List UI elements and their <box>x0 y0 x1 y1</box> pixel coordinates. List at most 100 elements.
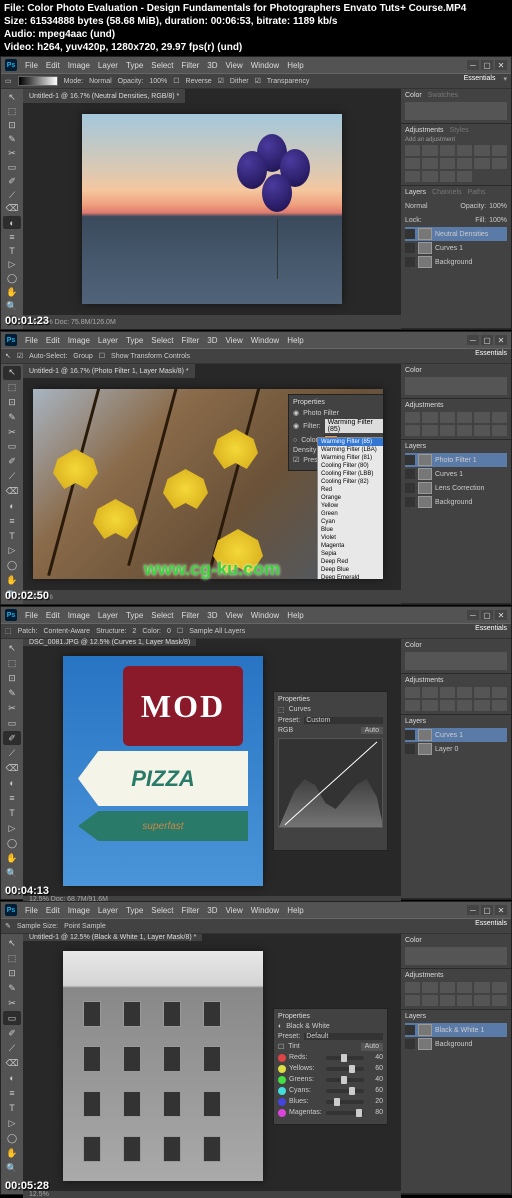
document-tab[interactable]: DSC_0081.JPG @ 12.5% (Curves 1, Layer Ma… <box>23 639 196 646</box>
gradient-tool[interactable]: ◐ <box>3 499 21 513</box>
auto-button[interactable]: Auto <box>361 1043 383 1051</box>
adjustment-icon[interactable] <box>405 425 420 436</box>
eyedropper-tool[interactable]: ▭ <box>3 440 21 454</box>
zoom-tool[interactable]: 🔍 <box>3 1161 21 1175</box>
adjustments-panel-tab[interactable]: Adjustments <box>405 127 444 134</box>
eraser-tool[interactable]: ⌫ <box>3 485 21 499</box>
slider-value[interactable]: 60 <box>367 1087 383 1094</box>
minimize-icon[interactable]: ─ <box>467 905 479 915</box>
close-icon[interactable]: ✕ <box>495 335 507 345</box>
adjustment-icon[interactable] <box>440 412 455 423</box>
wand-tool[interactable]: ✎ <box>3 133 21 146</box>
marquee-tool[interactable]: ⬚ <box>3 951 21 965</box>
auto-button[interactable]: Auto <box>361 727 383 734</box>
adjustment-icon[interactable] <box>457 700 472 711</box>
eyedropper-tool[interactable]: ▭ <box>3 716 21 730</box>
menu-type[interactable]: Type <box>126 61 143 70</box>
adjustment-icon[interactable] <box>457 995 472 1006</box>
adjustment-icon[interactable] <box>405 995 420 1006</box>
slider-thumb[interactable] <box>349 1087 355 1095</box>
menu-window[interactable]: Window <box>251 336 279 345</box>
adjustment-icon[interactable] <box>474 687 489 698</box>
brush-tool[interactable]: ✐ <box>3 1026 21 1040</box>
slider-track[interactable] <box>326 1111 364 1115</box>
menu-layer[interactable]: Layer <box>98 61 118 70</box>
shape-tool[interactable]: ◯ <box>3 272 21 285</box>
adjustment-icon[interactable] <box>440 158 455 169</box>
slider-value[interactable]: 80 <box>367 1109 383 1116</box>
layer-row[interactable]: Neutral Densities <box>405 227 507 241</box>
channels-panel-tab[interactable]: Channels <box>432 189 462 196</box>
document-image[interactable]: MOD PIZZA superfast <box>63 656 263 886</box>
adjustment-icon[interactable] <box>474 995 489 1006</box>
close-icon[interactable]: ✕ <box>495 60 507 70</box>
path-tool[interactable]: ▷ <box>3 258 21 271</box>
eraser-tool[interactable]: ⌫ <box>3 203 21 216</box>
preserve-check[interactable]: ☑ <box>293 456 299 464</box>
path-tool[interactable]: ▷ <box>3 544 21 558</box>
menu-filter[interactable]: Filter <box>182 336 200 345</box>
menu-3d[interactable]: 3D <box>207 611 217 620</box>
reverse-check[interactable]: ☐ <box>173 77 179 85</box>
menu-edit[interactable]: Edit <box>46 336 60 345</box>
menu-edit[interactable]: Edit <box>46 906 60 915</box>
dropdown-item[interactable]: Magenta <box>318 542 383 550</box>
wand-tool[interactable]: ✎ <box>3 410 21 424</box>
dropdown-item[interactable]: Cooling Filter (82) <box>318 478 383 486</box>
blend-mode[interactable]: Normal <box>405 203 428 210</box>
menu-select[interactable]: Select <box>151 61 173 70</box>
hand-tool[interactable]: ✋ <box>3 573 21 587</box>
mode-value[interactable]: Normal <box>89 78 112 85</box>
adjustment-icon[interactable] <box>440 171 455 182</box>
layer-row[interactable]: Curves 1 <box>405 467 507 481</box>
close-icon[interactable]: ✕ <box>495 610 507 620</box>
adjustment-icon[interactable] <box>405 158 420 169</box>
type-tool[interactable]: T <box>3 244 21 257</box>
menu-view[interactable]: View <box>226 61 243 70</box>
crop-tool[interactable]: ✂ <box>3 996 21 1010</box>
visibility-icon[interactable] <box>405 497 415 507</box>
dropdown-item[interactable]: Violet <box>318 534 383 542</box>
slider-thumb[interactable] <box>341 1054 347 1062</box>
slider-thumb[interactable] <box>334 1098 340 1106</box>
slider-thumb[interactable] <box>349 1065 355 1073</box>
gradient-tool[interactable]: ≡ <box>3 791 21 805</box>
opacity-value[interactable]: 100% <box>149 78 167 85</box>
opacity-input[interactable]: 100% <box>489 203 507 210</box>
show-tc-check[interactable]: ☐ <box>99 352 105 360</box>
stamp-tool[interactable]: ⟋ <box>3 1041 21 1055</box>
tint-check[interactable]: ☐ <box>278 1043 284 1051</box>
visibility-icon[interactable] <box>405 229 415 239</box>
menu-edit[interactable]: Edit <box>46 611 60 620</box>
lasso-tool[interactable]: ⊡ <box>3 966 21 980</box>
adjustment-icon[interactable] <box>457 687 472 698</box>
lasso-tool[interactable]: ⊡ <box>3 396 21 410</box>
hand-tool[interactable]: ✋ <box>3 1146 21 1160</box>
transparency-check[interactable]: ☑ <box>255 77 261 85</box>
menu-help[interactable]: Help <box>287 336 303 345</box>
layer-row[interactable]: Background <box>405 495 507 509</box>
structure-input[interactable]: 2 <box>132 628 136 635</box>
visibility-icon[interactable] <box>405 455 415 465</box>
type-tool[interactable]: T <box>3 529 21 543</box>
document-tab[interactable]: Untitled-1 @ 12.5% (Black & White 1, Lay… <box>23 934 202 941</box>
minimize-icon[interactable]: ─ <box>467 610 479 620</box>
dropdown-item[interactable]: Warming Filter (LBA) <box>318 446 383 454</box>
adjustment-icon[interactable] <box>492 700 507 711</box>
slider-thumb[interactable] <box>356 1109 362 1117</box>
menu-view[interactable]: View <box>226 336 243 345</box>
workspace-essentials[interactable]: Essentials <box>464 75 496 83</box>
dropdown-item[interactable]: Warming Filter (85) <box>318 438 383 446</box>
adjustment-icon[interactable] <box>457 158 472 169</box>
maximize-icon[interactable]: ▢ <box>481 60 493 70</box>
adjustment-icon[interactable] <box>474 412 489 423</box>
adjustment-icon[interactable] <box>492 425 507 436</box>
swatches-panel-tab[interactable]: Swatches <box>428 92 458 99</box>
visibility-icon[interactable] <box>405 257 415 267</box>
lasso-tool[interactable]: ⊡ <box>3 671 21 685</box>
move-tool[interactable]: ↖ <box>3 91 21 104</box>
type-tool[interactable]: T <box>3 1101 21 1115</box>
adjustment-icon[interactable] <box>405 145 420 156</box>
menu-filter[interactable]: Filter <box>182 611 200 620</box>
close-icon[interactable]: ✕ <box>495 905 507 915</box>
